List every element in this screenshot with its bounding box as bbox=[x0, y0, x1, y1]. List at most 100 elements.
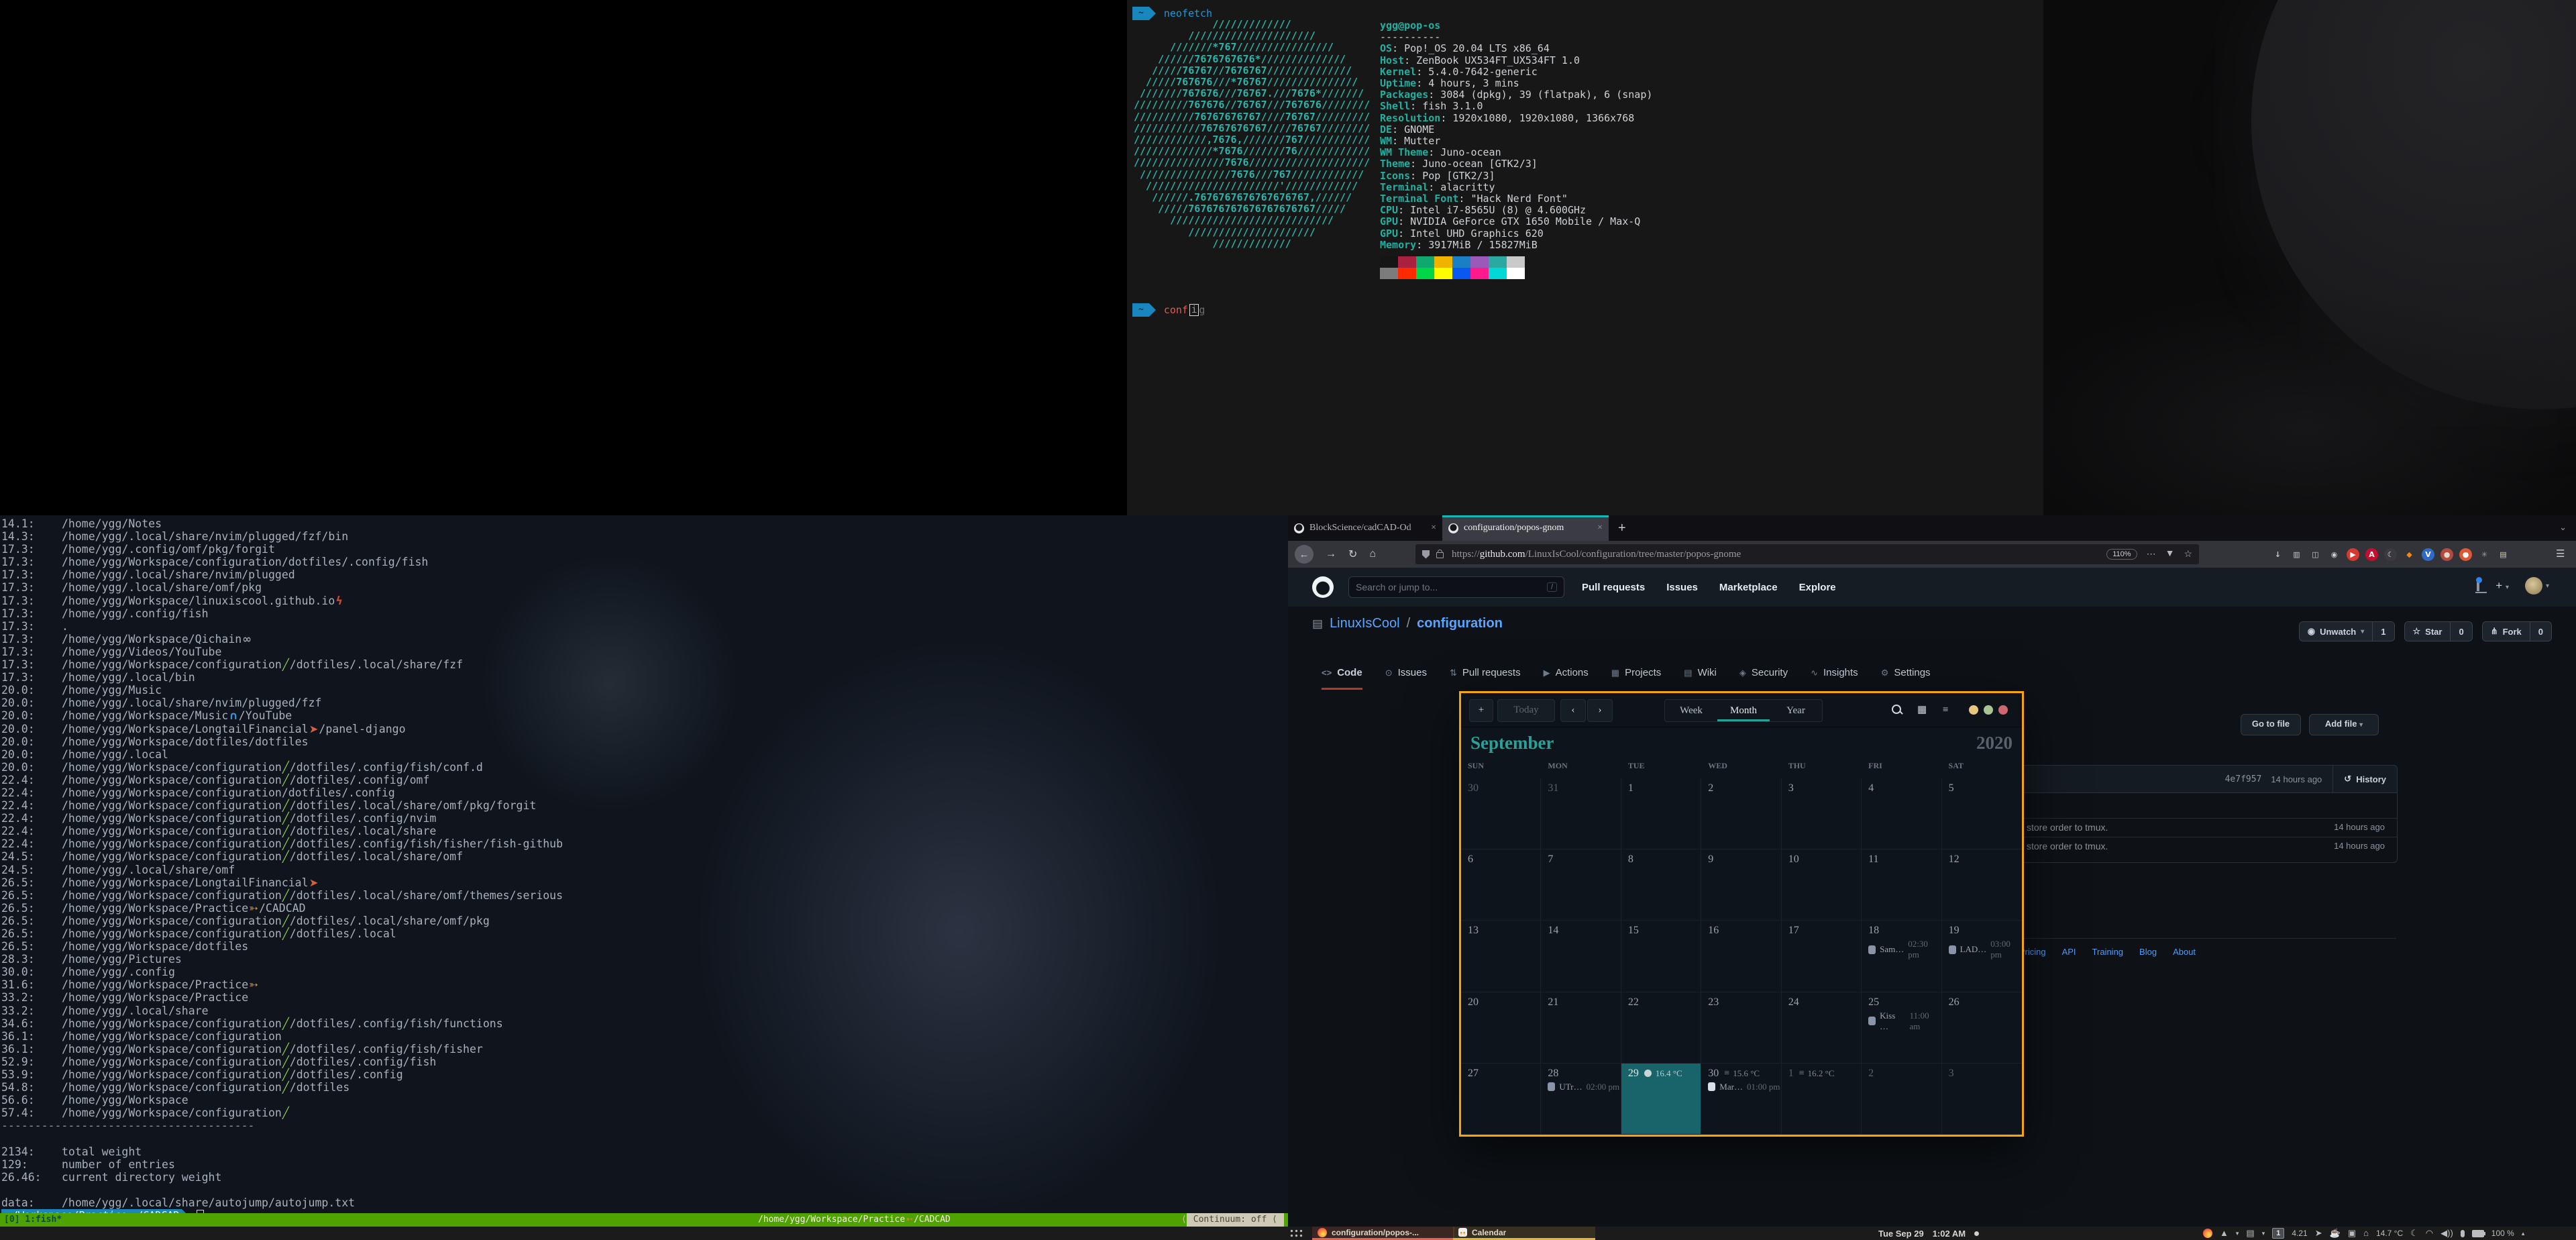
calendar-day-23[interactable]: 23 bbox=[1701, 992, 1781, 1064]
menu-hamburger-icon[interactable]: ☰ bbox=[2556, 548, 2565, 560]
repo-tab-security[interactable]: ◈Security bbox=[1739, 658, 1788, 690]
tracking-shield-icon[interactable] bbox=[1422, 550, 1430, 559]
github-search-input[interactable]: Search or jump to.../ bbox=[1348, 576, 1564, 598]
bookmark-star-icon[interactable]: ☆ bbox=[2184, 549, 2192, 560]
new-event-button[interactable]: + bbox=[1469, 699, 1493, 722]
volume-icon[interactable]: ◀)) bbox=[2440, 1227, 2453, 1240]
repo-name-link[interactable]: configuration bbox=[1417, 616, 1503, 631]
page-actions-icon[interactable]: ⋯ bbox=[2147, 549, 2156, 560]
taskbar-window-firefox[interactable]: configuration/popos-... bbox=[1312, 1227, 1454, 1240]
calendar-day-9[interactable]: 9 bbox=[1701, 849, 1781, 921]
history-button[interactable]: ↺History bbox=[2333, 774, 2397, 784]
windows-overlap-icon[interactable]: ▣ bbox=[2348, 1227, 2356, 1240]
battery-percent[interactable]: 100 % bbox=[2491, 1229, 2514, 1238]
github-logo-icon[interactable] bbox=[1312, 576, 1334, 598]
calendar-day-2[interactable]: 2 bbox=[1701, 778, 1781, 849]
download-icon[interactable]: ↓ bbox=[2271, 548, 2284, 561]
next-month-button[interactable]: › bbox=[1587, 699, 1613, 722]
reload-button[interactable]: ↻ bbox=[1348, 548, 1357, 561]
calendar-day-16[interactable]: 16 bbox=[1701, 921, 1781, 992]
calendar-day-18[interactable]: 18Sam…02:30 pm bbox=[1862, 921, 1941, 992]
browser-tab[interactable]: configuration/popos-gnom× bbox=[1442, 515, 1609, 541]
create-new-button[interactable]: + ▾ bbox=[2496, 579, 2509, 592]
sidebar-icon[interactable]: ◫ bbox=[2309, 548, 2322, 561]
calendar-day-5[interactable]: 5 bbox=[1942, 778, 2022, 849]
calendar-day-7[interactable]: 7 bbox=[1541, 849, 1621, 921]
calendar-day-24[interactable]: 24 bbox=[1782, 992, 1862, 1064]
repo-tab-settings[interactable]: ⚙Settings bbox=[1881, 658, 1931, 690]
notes-ext-icon[interactable]: ▤ bbox=[2497, 548, 2510, 561]
calendar-day-12[interactable]: 12 bbox=[1942, 849, 2022, 921]
calendar-day-30[interactable]: 30 bbox=[1461, 778, 1541, 849]
unwatch-button[interactable]: ◉Unwatch▾1 bbox=[2299, 621, 2395, 641]
prev-month-button[interactable]: ‹ bbox=[1560, 699, 1586, 722]
panel-clock[interactable]: Tue Sep 29 1:02 AM bbox=[1878, 1227, 1979, 1240]
footer-link[interactable]: API bbox=[2062, 947, 2076, 957]
caret-down-icon[interactable]: ▾ bbox=[2262, 1227, 2265, 1240]
today-button[interactable]: Today bbox=[1497, 699, 1555, 722]
calendar-day-19[interactable]: 19LAD…03:00 pm bbox=[1942, 921, 2022, 992]
zoom-level-badge[interactable]: 110% bbox=[2106, 549, 2137, 560]
repo-tab-code[interactable]: <>Code bbox=[1322, 658, 1362, 690]
home-weather-icon[interactable]: ⌂ bbox=[2363, 1227, 2369, 1240]
view-week[interactable]: Week bbox=[1665, 700, 1717, 721]
taskbar-window-calendar[interactable]: Calendar bbox=[1453, 1227, 1595, 1240]
repo-tab-insights[interactable]: ∿Insights bbox=[1811, 658, 1858, 690]
github-nav-issues[interactable]: Issues bbox=[1666, 582, 1698, 593]
adblock-ext-icon[interactable]: A bbox=[2365, 548, 2378, 561]
window-minimize-dot[interactable] bbox=[1969, 705, 1978, 715]
calendar-day-20[interactable]: 20 bbox=[1461, 992, 1541, 1064]
workspace-badge[interactable]: 1 bbox=[2272, 1228, 2284, 1239]
github-nav-explore[interactable]: Explore bbox=[1799, 582, 1836, 593]
prompt-line-2[interactable]: ~ config bbox=[1132, 303, 1205, 317]
calendar-day-10[interactable]: 10 bbox=[1782, 849, 1862, 921]
home-button[interactable]: ⌂ bbox=[1369, 548, 1376, 560]
calendar-day-13[interactable]: 13 bbox=[1461, 921, 1541, 992]
metamask-ext-icon[interactable]: ◆ bbox=[2403, 548, 2416, 561]
coffee-icon[interactable]: ☕ bbox=[2330, 1227, 2341, 1240]
close-tab-icon[interactable]: × bbox=[1597, 523, 1603, 533]
calendar-day-1[interactable]: 1≡16.2 °C bbox=[1782, 1064, 1862, 1135]
library-icon[interactable]: ▥ bbox=[2290, 548, 2303, 561]
commit-hash[interactable]: 4e7f957 bbox=[2225, 774, 2262, 784]
calendar-day-4[interactable]: 4 bbox=[1862, 778, 1941, 849]
footer-link[interactable]: About bbox=[2173, 947, 2196, 957]
search-icon[interactable] bbox=[1892, 705, 1901, 714]
repo-tab-issues[interactable]: ⊙Issues bbox=[1385, 658, 1427, 690]
video-downloader-ext-icon[interactable]: ▶ bbox=[2347, 548, 2359, 561]
calendar-day-17[interactable]: 17 bbox=[1782, 921, 1862, 992]
back-button[interactable]: ← bbox=[1295, 545, 1313, 564]
mask-ext-icon[interactable]: ● bbox=[2440, 548, 2453, 561]
send-plane-icon[interactable]: ➤ bbox=[2315, 1227, 2322, 1240]
repo-tab-wiki[interactable]: ▤Wiki bbox=[1684, 658, 1717, 690]
battery-icon[interactable] bbox=[2472, 1230, 2484, 1237]
calendar-day-1[interactable]: 1 bbox=[1621, 778, 1701, 849]
calendar-event[interactable]: Kiss …11:00 am bbox=[1862, 1009, 1941, 1032]
alacritty-terminal-neofetch[interactable]: ~ neofetch ///////////// ///////////////… bbox=[1127, 0, 2043, 515]
list-all-tabs-icon[interactable]: ⌄ bbox=[2559, 522, 2567, 533]
calendar-day-3[interactable]: 3 bbox=[1782, 778, 1862, 849]
calendar-day-30[interactable]: 30≡15.6 °CMar…01:00 pm bbox=[1701, 1064, 1781, 1135]
github-nav-pull-requests[interactable]: Pull requests bbox=[1582, 582, 1645, 593]
account-icon[interactable]: ◉ bbox=[2328, 548, 2341, 561]
calendar-day-8[interactable]: 8 bbox=[1621, 849, 1701, 921]
calendars-grid-icon[interactable]: ▦ bbox=[1917, 704, 1927, 716]
go-to-file-button[interactable]: Go to file bbox=[2241, 714, 2301, 735]
forward-button[interactable]: → bbox=[1326, 548, 1336, 560]
repo-tab-actions[interactable]: ▶Actions bbox=[1544, 658, 1589, 690]
vimium-ext-icon[interactable]: V bbox=[2422, 548, 2434, 561]
star-button[interactable]: ☆Star0 bbox=[2404, 621, 2473, 641]
calendar-day-25[interactable]: 25Kiss …11:00 am bbox=[1862, 992, 1941, 1064]
calendar-event[interactable]: UTr…02:00 pm bbox=[1541, 1080, 1620, 1092]
repo-tab-projects[interactable]: ▦Projects bbox=[1611, 658, 1661, 690]
duckduckgo-ext-icon[interactable]: ● bbox=[2459, 548, 2472, 561]
caret-up-icon[interactable]: ▴ bbox=[2522, 1227, 2525, 1240]
caret-down-icon[interactable]: ▾ bbox=[2236, 1227, 2239, 1240]
clipboard-icon[interactable]: ▤ bbox=[2246, 1227, 2254, 1240]
calendar-day-26[interactable]: 26 bbox=[1942, 992, 2022, 1064]
calendar-event[interactable]: Mar…01:00 pm bbox=[1701, 1080, 1780, 1092]
close-tab-icon[interactable]: × bbox=[1431, 523, 1436, 533]
footer-link[interactable]: Blog bbox=[2139, 947, 2157, 957]
repo-tab-pull-requests[interactable]: ⇅Pull requests bbox=[1450, 658, 1521, 690]
calendar-day-6[interactable]: 6 bbox=[1461, 849, 1541, 921]
